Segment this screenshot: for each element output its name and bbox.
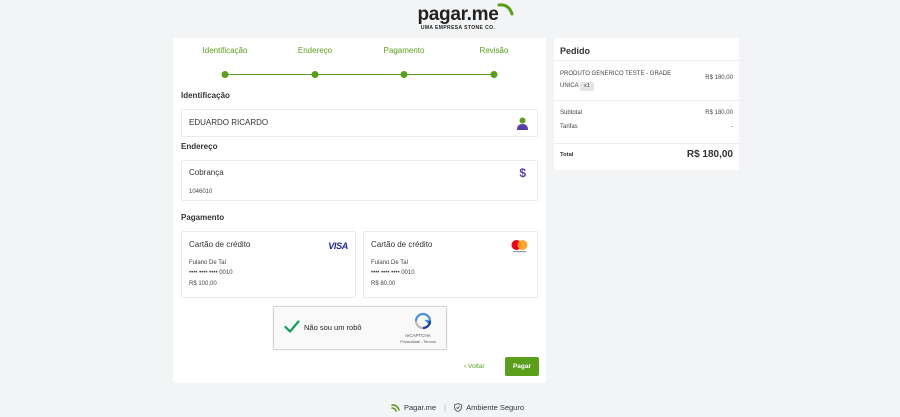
- pagarme-small-logo-icon: [391, 404, 400, 412]
- recaptcha-widget[interactable]: Não sou um robô reCAPTCHA Privacidade - …: [273, 306, 447, 350]
- checkmark-icon[interactable]: [284, 320, 300, 333]
- address-zip: 1046010: [189, 189, 213, 195]
- checkout-steps: Identificação Endereço Pagamento Revisão: [173, 46, 546, 78]
- footer-separator: |: [444, 403, 447, 412]
- divider: [554, 60, 739, 61]
- section-title-pagamento: Pagamento: [181, 213, 225, 222]
- divider: [554, 143, 739, 144]
- fees-label: Tarifas: [560, 124, 578, 130]
- recaptcha-links[interactable]: Privacidade - Termos: [396, 340, 440, 344]
- logo-arc-icon: [497, 3, 514, 16]
- visa-icon: VISA: [328, 241, 348, 251]
- customer-name: EDUARDO RICARDO: [189, 118, 269, 127]
- quantity-badge: x1: [580, 82, 594, 91]
- card-number: •••• •••• •••• 0010: [371, 270, 415, 276]
- address-label: Cobrança: [189, 168, 224, 177]
- shield-icon: [454, 403, 462, 412]
- total-label: Total: [560, 152, 574, 158]
- order-summary-card: Pedido PRODUTO GENERICO TESTE - GRADE UN…: [554, 38, 739, 170]
- recaptcha-label: Não sou um robô: [304, 323, 362, 332]
- pagarme-logo: pagar.me UMA EMPRESA STONE CO.: [408, 3, 514, 31]
- logo-name: pagar: [417, 4, 467, 25]
- card-holder: Fulano De Tal: [189, 260, 226, 266]
- user-icon: [517, 117, 528, 130]
- card-number: •••• •••• •••• 0010: [189, 270, 233, 276]
- section-title-endereco: Endereço: [181, 142, 218, 151]
- total-value: R$ 180,00: [686, 149, 733, 160]
- section-title-identificacao: Identificação: [181, 91, 230, 100]
- pay-button[interactable]: Pagar: [505, 357, 539, 376]
- divider: [554, 100, 739, 101]
- recaptcha-logo-icon: [414, 312, 432, 330]
- step-label-identificacao[interactable]: Identificação: [203, 46, 248, 55]
- card-type: Cartão de crédito: [371, 240, 433, 249]
- step-label-pagamento[interactable]: Pagamento: [384, 46, 425, 55]
- payment-card-mastercard[interactable]: Cartão de crédito Fulano De Tal •••• •••…: [363, 231, 538, 298]
- dollar-icon: $: [519, 166, 526, 180]
- payment-card-visa[interactable]: Cartão de crédito VISA Fulano De Tal •••…: [181, 231, 356, 298]
- step-dot-identificacao: [221, 71, 229, 78]
- step-dot-endereco: [311, 71, 319, 78]
- order-title: Pedido: [560, 46, 591, 56]
- subtotal-label: Subtotal: [560, 110, 583, 116]
- step-label-endereco[interactable]: Endereço: [298, 46, 332, 55]
- subtotal-value: R$ 180,00: [705, 110, 733, 116]
- footer-brand[interactable]: Pagar.me: [404, 403, 436, 412]
- mastercard-icon: [511, 240, 528, 253]
- back-link[interactable]: ‹ Voltar: [464, 363, 485, 370]
- product-price: R$ 180,00: [705, 75, 733, 81]
- recaptcha-brand: reCAPTCHA: [405, 333, 431, 338]
- order-product: PRODUTO GENERICO TESTE - GRADE UNICA x1: [560, 68, 685, 92]
- step-label-revisao[interactable]: Revisão: [480, 46, 509, 55]
- card-holder: Fulano De Tal: [371, 260, 408, 266]
- checkout-card: Identificação Endereço Pagamento Revisão…: [173, 38, 546, 383]
- step-dot-revisao: [490, 71, 498, 78]
- logo-suffix: me: [471, 4, 499, 25]
- footer-secure-label: Ambiente Seguro: [466, 403, 525, 412]
- card-amount: R$ 100,00: [189, 281, 217, 287]
- card-amount: R$ 80,00: [371, 281, 396, 287]
- step-progress-line: [225, 74, 494, 75]
- step-dot-pagamento: [400, 71, 408, 78]
- footer: Pagar.me | Ambiente Seguro: [391, 403, 524, 412]
- address-box[interactable]: Cobrança 1046010 $: [181, 160, 538, 201]
- card-type: Cartão de crédito: [189, 240, 251, 249]
- identification-box[interactable]: EDUARDO RICARDO: [181, 109, 538, 137]
- product-name: PRODUTO GENERICO TESTE - GRADE UNICA: [560, 71, 672, 89]
- fees-value: -: [731, 124, 733, 130]
